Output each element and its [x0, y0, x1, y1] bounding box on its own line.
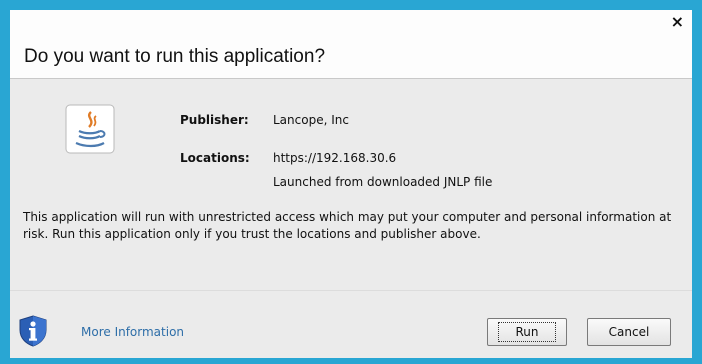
- footer-divider: [10, 290, 692, 291]
- run-button[interactable]: Run: [487, 318, 567, 346]
- publisher-value: Lancope, Inc: [273, 113, 349, 127]
- shield-info-icon: [19, 315, 47, 347]
- java-icon: [65, 104, 115, 154]
- more-information-link[interactable]: More Information: [81, 325, 184, 339]
- publisher-label: Publisher:: [180, 113, 249, 127]
- security-dialog: × Do you want to run this application? P…: [10, 10, 692, 358]
- warning-message: This application will run with unrestric…: [23, 210, 672, 241]
- locations-label: Locations:: [180, 151, 250, 165]
- close-icon[interactable]: ×: [671, 12, 684, 31]
- cancel-button[interactable]: Cancel: [587, 318, 671, 346]
- run-button-label: Run: [498, 322, 556, 342]
- dialog-title: Do you want to run this application?: [24, 46, 326, 67]
- launched-note: Launched from downloaded JNLP file: [273, 175, 493, 189]
- dialog-header: × Do you want to run this application?: [10, 10, 692, 79]
- locations-value: https://192.168.30.6: [273, 151, 397, 165]
